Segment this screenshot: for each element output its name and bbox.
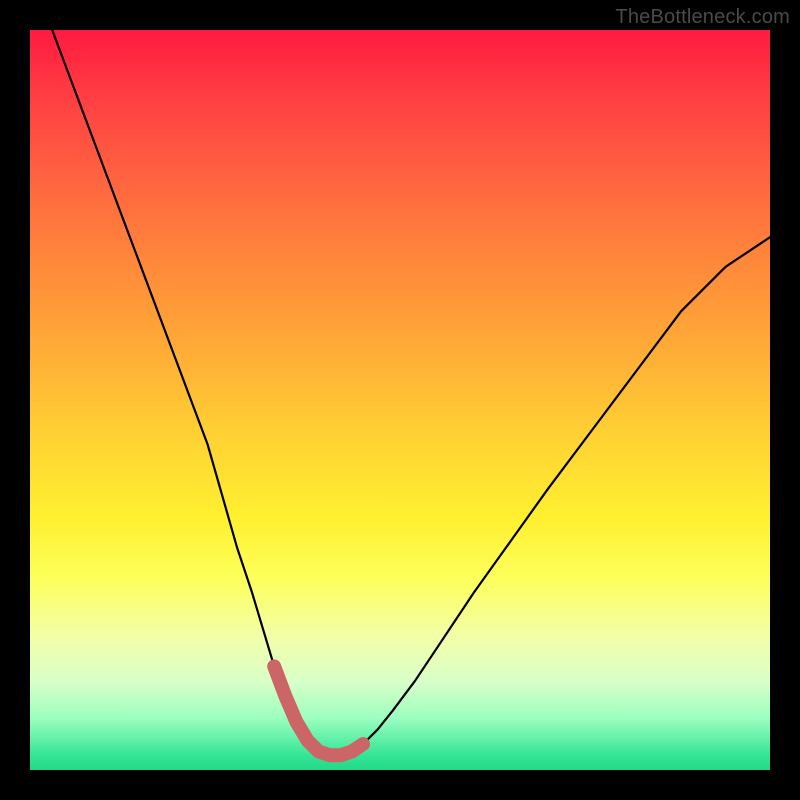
watermark-text: TheBottleneck.com — [615, 6, 790, 29]
optimal-range-markers — [274, 666, 363, 755]
chart-frame: TheBottleneck.com — [0, 0, 800, 800]
plot-area — [30, 30, 770, 770]
bottleneck-curve — [52, 30, 770, 755]
curve-layer — [30, 30, 770, 770]
